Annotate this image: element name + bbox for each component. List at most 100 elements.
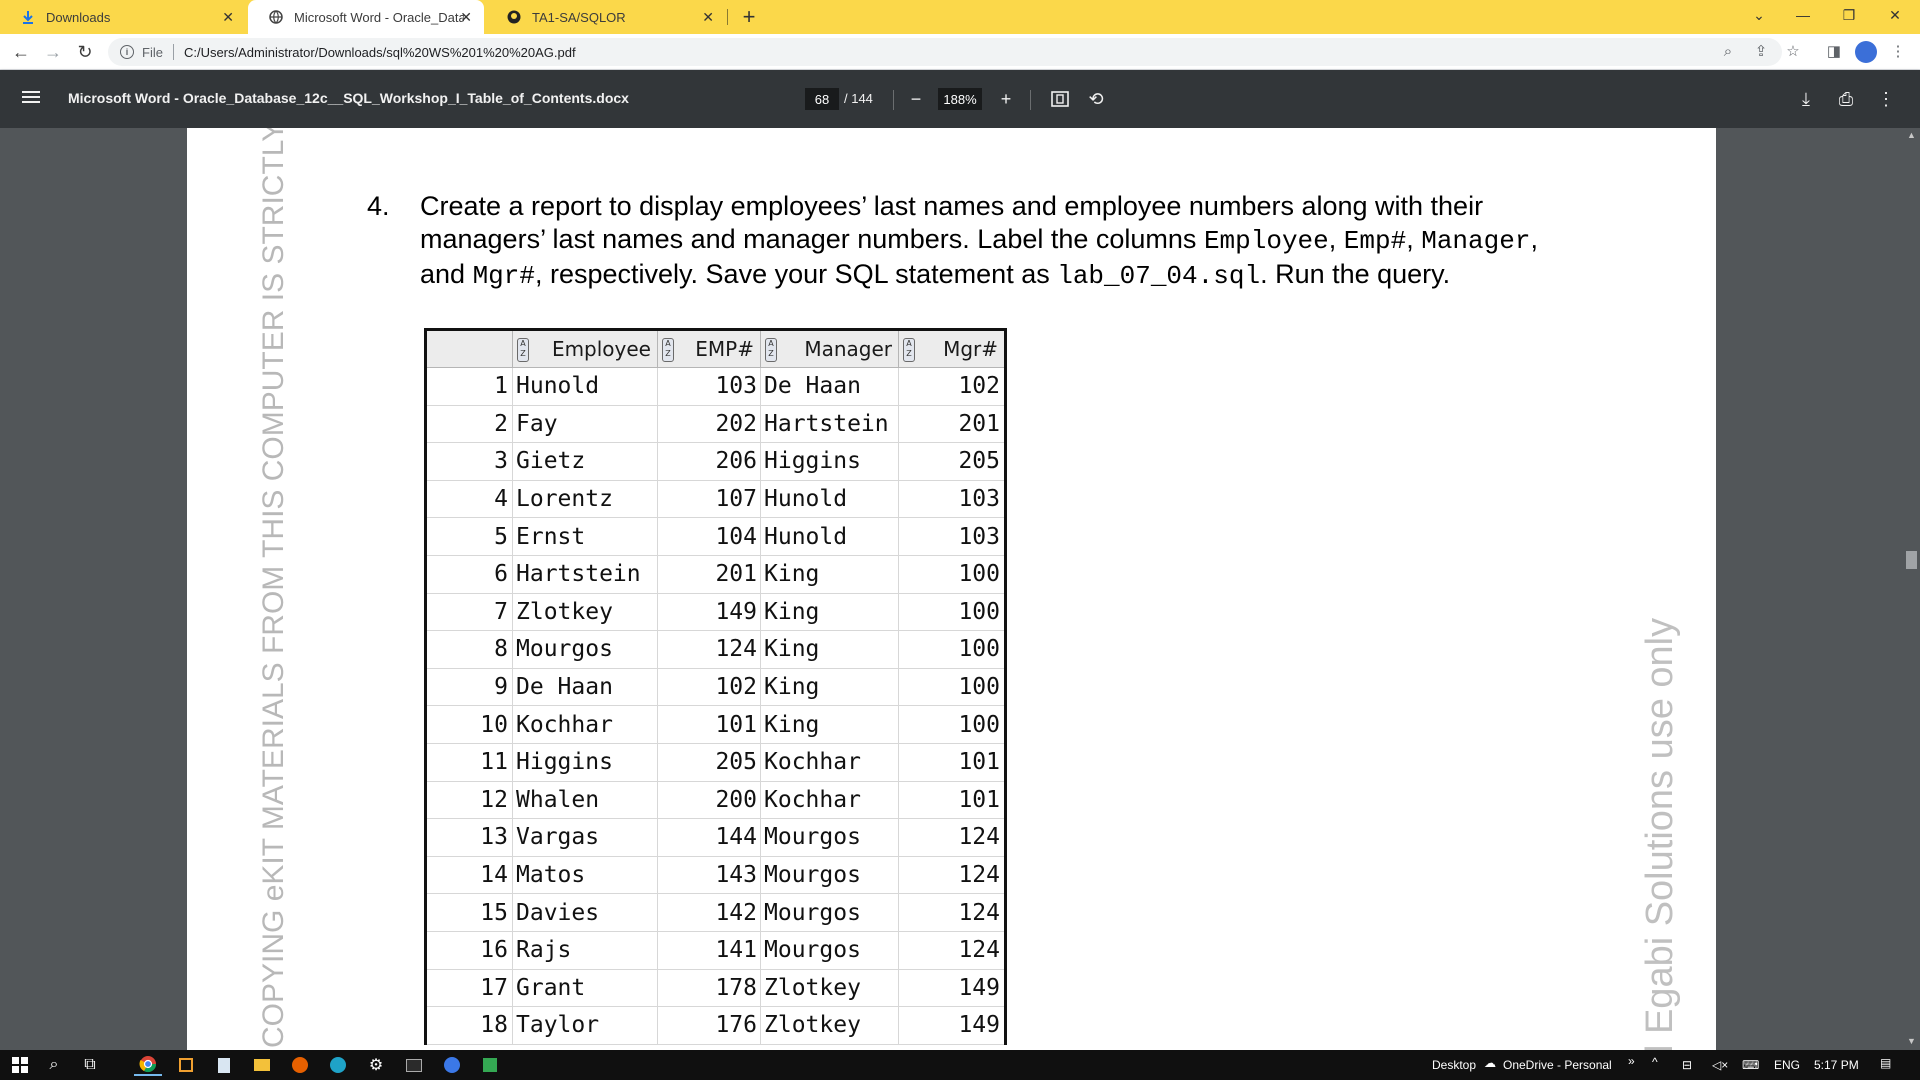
onedrive-cloud-icon[interactable]: ☁ (1484, 1056, 1496, 1070)
row-number: 4 (427, 480, 513, 518)
network-icon[interactable]: ⊟ (1682, 1058, 1692, 1072)
browser-toolbar: ← → ↻ i File C:/Users/Administrator/Down… (0, 34, 1920, 70)
tab-downloads[interactable]: Downloads ✕ (0, 0, 246, 34)
page-number-input[interactable]: 68 (805, 88, 839, 110)
emp-no-cell: 200 (658, 781, 761, 819)
scroll-up-arrow-icon[interactable]: ▲ (1907, 130, 1916, 140)
tab-pdf[interactable]: Microsoft Word - Oracle_Database_12c__SQ… (248, 0, 484, 34)
table-row[interactable]: 3 Gietz 206 Higgins 205 (427, 443, 1004, 481)
back-button[interactable]: ← (9, 40, 33, 64)
restore-button[interactable]: ❐ (1826, 0, 1872, 30)
table-row[interactable]: 4 Lorentz 107 Hunold 103 (427, 480, 1004, 519)
row-number: 17 (427, 969, 513, 1007)
table-row[interactable]: 8 Mourgos 124 King 100 (427, 631, 1004, 669)
firefox-icon[interactable] (286, 1054, 314, 1076)
table-row[interactable]: 1 Hunold 103 De Haan 102 (427, 368, 1004, 406)
employee-cell: Gietz (513, 443, 658, 480)
table-row[interactable]: 10 Kochhar 101 King 100 (427, 706, 1004, 744)
share-icon[interactable]: ⇪ (1751, 41, 1771, 61)
address-bar[interactable]: i File C:/Users/Administrator/Downloads/… (108, 38, 1782, 66)
zoom-out-icon[interactable]: − (904, 87, 928, 111)
mgr-no-cell: 124 (958, 824, 1000, 851)
sort-icon[interactable]: A Z (517, 338, 529, 362)
column-header-label: Mgr# (943, 337, 998, 361)
zoom-input[interactable]: 188% (938, 88, 982, 110)
sort-icon[interactable]: A Z (903, 338, 915, 362)
edge-icon[interactable] (324, 1054, 352, 1076)
zoom-in-icon[interactable]: + (994, 87, 1018, 111)
table-row[interactable]: 14 Matos 143 Mourgos 124 (427, 856, 1004, 895)
search-icon[interactable]: ⌕ (40, 1054, 68, 1076)
keyboard-icon[interactable]: ⌨ (1742, 1058, 1759, 1072)
chrome-icon[interactable] (134, 1054, 162, 1076)
pdf-page: COPYING eKIT MATERIALS FROM THIS COMPUTE… (187, 128, 1716, 1050)
zoom-icon[interactable]: ⌕ (1718, 41, 1738, 61)
table-row[interactable]: 16 Rajs 141 Mourgos 124 (427, 931, 1004, 970)
tab-github[interactable]: TA1-SA/SQLOR ✕ (486, 0, 726, 34)
reload-button[interactable]: ↻ (73, 40, 97, 64)
clock[interactable]: 5:17 PM (1814, 1058, 1859, 1072)
table-row[interactable]: 15 Davies 142 Mourgos 124 (427, 894, 1004, 932)
emp-no-cell: 144 (658, 819, 761, 856)
chrome-alt-icon[interactable] (438, 1054, 466, 1076)
table-row[interactable]: 13 Vargas 144 Mourgos 124 (427, 819, 1004, 857)
file-explorer-icon[interactable] (248, 1054, 276, 1076)
url-text[interactable]: C:/Users/Administrator/Downloads/sql%20W… (184, 45, 576, 60)
terminal-icon[interactable] (400, 1054, 428, 1076)
rotate-icon[interactable]: ⟲ (1084, 87, 1108, 111)
tab-search-chevron-icon[interactable]: ⌄ (1736, 0, 1782, 30)
tray-onedrive-label[interactable]: OneDrive - Personal (1503, 1058, 1612, 1072)
print-icon[interactable]: ⎙ (1834, 87, 1858, 111)
mgr-no-cell: 100 (958, 636, 1000, 663)
info-icon[interactable]: i (120, 45, 134, 59)
settings-icon[interactable]: ⚙ (362, 1054, 390, 1076)
sort-icon[interactable]: A Z (765, 338, 777, 362)
task-view-icon[interactable]: ⧉ (76, 1054, 104, 1076)
scrollbar-thumb[interactable] (1906, 551, 1917, 569)
emp-no-cell: 149 (658, 593, 761, 631)
side-panel-icon[interactable]: ◨ (1824, 41, 1844, 61)
table-row[interactable]: 5 Ernst 104 Hunold 103 (427, 518, 1004, 556)
table-row[interactable]: 11 Higgins 205 Kochhar 101 (427, 743, 1004, 782)
close-icon[interactable]: ✕ (702, 9, 714, 26)
language-indicator[interactable]: ENG (1774, 1058, 1800, 1072)
app-icon[interactable] (172, 1054, 200, 1076)
column-header-employee[interactable]: A Z Employee (513, 331, 658, 367)
menu-icon[interactable] (22, 88, 44, 110)
table-row[interactable]: 6 Hartstein 201 King 100 (427, 555, 1004, 594)
vertical-scrollbar[interactable]: ▲ ▼ (1903, 128, 1920, 1050)
scroll-down-arrow-icon[interactable]: ▼ (1907, 1036, 1916, 1046)
fit-page-icon[interactable] (1048, 87, 1072, 111)
sort-icon[interactable]: A Z (662, 338, 674, 362)
tray-desktop-label[interactable]: Desktop (1432, 1058, 1476, 1072)
table-row[interactable]: 7 Zlotkey 149 King 100 (427, 593, 1004, 632)
column-header-emp-no[interactable]: A Z EMP# (658, 331, 761, 367)
more-menu-icon[interactable]: ⋮ (1888, 41, 1908, 61)
notification-icon[interactable]: ▤ (1880, 1056, 1891, 1070)
pdf-viewer[interactable]: COPYING eKIT MATERIALS FROM THIS COMPUTE… (0, 128, 1920, 1050)
bookmark-star-icon[interactable]: ☆ (1783, 41, 1803, 61)
file-scheme-label: File (142, 44, 163, 60)
volume-muted-icon[interactable]: ◁× (1712, 1058, 1728, 1072)
overflow-chevrons-icon[interactable]: » (1628, 1054, 1635, 1068)
close-icon[interactable]: ✕ (460, 9, 472, 26)
table-row[interactable]: 12 Whalen 200 Kochhar 101 (427, 781, 1004, 820)
table-row[interactable]: 17 Grant 178 Zlotkey 149 (427, 969, 1004, 1008)
close-icon[interactable]: ✕ (222, 9, 234, 26)
column-header-mgr-no[interactable]: A Z Mgr# (899, 331, 1004, 367)
avatar[interactable] (1855, 41, 1877, 63)
forward-button[interactable]: → (41, 40, 65, 64)
close-window-button[interactable]: ✕ (1872, 0, 1918, 30)
column-header-manager[interactable]: A Z Manager (761, 331, 899, 367)
new-tab-button[interactable]: + (736, 4, 762, 30)
more-options-icon[interactable]: ⋮ (1874, 87, 1898, 111)
notepad-icon[interactable] (210, 1054, 238, 1076)
minimize-button[interactable]: — (1780, 0, 1826, 30)
table-row[interactable]: 18 Taylor 176 Zlotkey 149 (427, 1007, 1004, 1045)
table-row[interactable]: 2 Fay 202 Hartstein 201 (427, 405, 1004, 444)
windows-start-icon[interactable] (6, 1054, 34, 1076)
download-icon[interactable]: ⤓ (1794, 87, 1818, 111)
tray-expand-icon[interactable]: ^ (1652, 1055, 1658, 1069)
table-row[interactable]: 9 De Haan 102 King 100 (427, 668, 1004, 707)
app-alt-icon[interactable] (476, 1054, 504, 1076)
